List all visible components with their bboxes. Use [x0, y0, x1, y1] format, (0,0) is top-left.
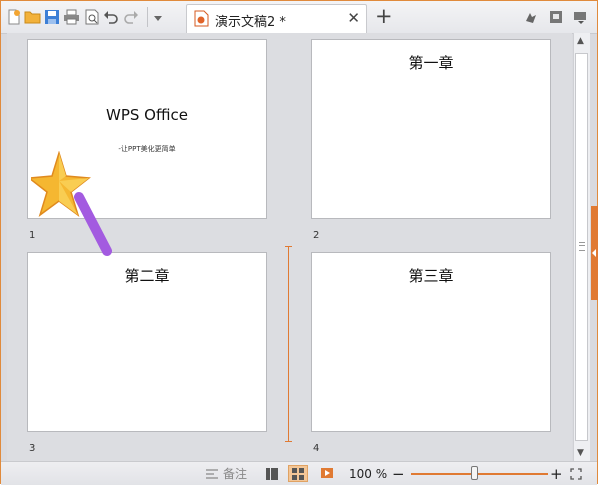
scroll-down-icon[interactable]: ▼ — [577, 448, 584, 458]
insert-position-marker — [285, 246, 292, 442]
slideshow-icon[interactable] — [318, 465, 336, 482]
zoom-slider-knob[interactable] — [471, 466, 478, 480]
zoom-out-button[interactable]: − — [392, 465, 405, 483]
slide-number: 3 — [29, 443, 36, 454]
slide-title: 第三章 — [408, 267, 454, 285]
open-folder-icon[interactable] — [24, 8, 41, 25]
zoom-in-button[interactable]: + — [550, 465, 563, 483]
magic-wand-icon — [31, 151, 112, 256]
new-icon[interactable] — [5, 8, 22, 25]
slide-sorter-view-icon[interactable] — [288, 465, 308, 482]
presentation-file-icon — [193, 10, 210, 27]
menu-icon[interactable] — [571, 8, 588, 25]
close-tab-icon[interactable]: ✕ — [347, 9, 360, 27]
redo-icon[interactable] — [122, 8, 139, 25]
print-preview-icon[interactable] — [83, 8, 100, 25]
undo-icon[interactable] — [102, 8, 119, 25]
normal-view-icon[interactable] — [263, 465, 281, 482]
toolbar: 演示文稿2 * ✕ + — [1, 1, 597, 34]
print-icon[interactable] — [63, 8, 80, 25]
app-window: 演示文稿2 * ✕ + WPS Office -让PPT美化更简单 1 第一章 … — [0, 0, 598, 485]
notes-button[interactable]: 备注 — [223, 465, 247, 482]
slide-title: 第一章 — [408, 54, 454, 72]
tab-document[interactable]: 演示文稿2 * ✕ — [186, 4, 367, 33]
slide-thumbnail-3[interactable]: 第二章 — [27, 252, 267, 432]
slide-number: 4 — [313, 443, 320, 454]
slide-title: 第二章 — [124, 267, 170, 285]
slide-title: WPS Office — [106, 106, 188, 124]
minimize-panel-icon[interactable] — [547, 8, 564, 25]
side-panel-toggle[interactable] — [591, 206, 598, 300]
slide-thumbnail-2[interactable]: 第一章 — [311, 39, 551, 219]
vertical-scrollbar[interactable]: ▲ ▼ — [573, 33, 590, 461]
notes-icon[interactable] — [204, 465, 220, 482]
slide-number: 2 — [313, 230, 320, 241]
save-icon[interactable] — [43, 8, 60, 25]
scrollbar-thumb[interactable] — [575, 53, 588, 441]
zoom-slider-track[interactable] — [411, 473, 548, 475]
dropdown-icon[interactable] — [153, 8, 163, 25]
scroll-up-icon[interactable]: ▲ — [577, 36, 584, 46]
skin-icon[interactable] — [522, 8, 539, 25]
separator — [147, 7, 150, 27]
status-bar: 备注 100 % − + — [1, 461, 597, 485]
slide-thumbnail-4[interactable]: 第三章 — [311, 252, 551, 432]
new-tab-icon[interactable]: + — [375, 4, 393, 28]
tab-title: 演示文稿2 * — [215, 15, 286, 30]
zoom-level[interactable]: 100 % — [349, 465, 387, 482]
fit-window-icon[interactable] — [569, 465, 583, 482]
